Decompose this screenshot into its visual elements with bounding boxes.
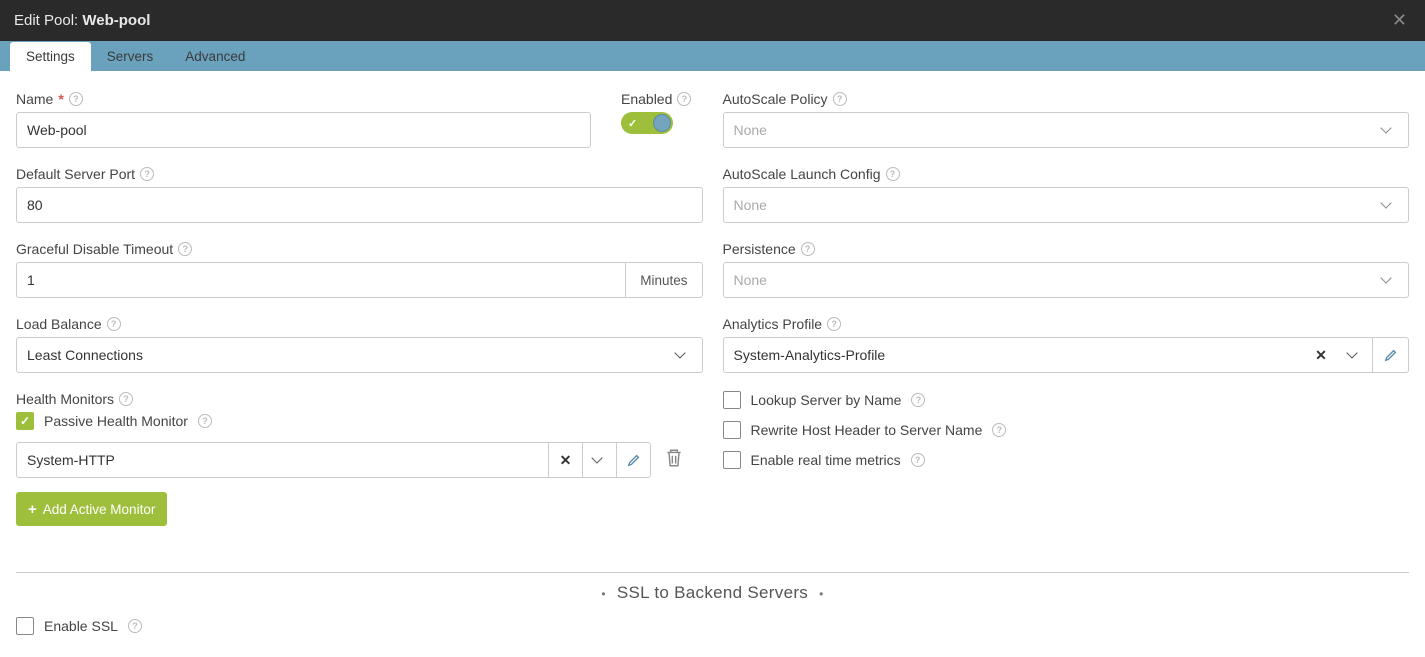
help-icon[interactable]: ? — [128, 619, 142, 633]
help-icon[interactable]: ? — [992, 423, 1006, 437]
pencil-icon — [1384, 348, 1398, 362]
tab-settings-label: Settings — [26, 49, 75, 64]
enabled-label: Enabled — [621, 91, 672, 107]
toggle-knob — [653, 114, 671, 132]
passive-monitor-label: Passive Health Monitor — [44, 413, 188, 429]
left-column: Name * ? Enabled ? ✓ — [16, 91, 703, 544]
chevron-down-icon — [1380, 274, 1392, 286]
health-monitor-edit[interactable] — [616, 443, 650, 477]
autoscale-policy-label: AutoScale Policy — [723, 91, 828, 107]
x-icon: ✕ — [560, 452, 572, 469]
analytics-profile-combo[interactable]: System-Analytics-Profile ✕ — [723, 337, 1374, 373]
health-monitor-combo[interactable]: System-HTTP ✕ — [16, 442, 651, 478]
chevron-down-icon — [1380, 124, 1392, 136]
help-icon[interactable]: ? — [140, 167, 154, 181]
dialog-titlebar: Edit Pool: Web-pool ✕ — [0, 0, 1425, 41]
help-icon[interactable]: ? — [119, 392, 133, 406]
tab-servers-label: Servers — [107, 49, 154, 64]
help-icon[interactable]: ? — [833, 92, 847, 106]
graceful-timeout-label: Graceful Disable Timeout — [16, 241, 173, 257]
add-active-monitor-button[interactable]: + Add Active Monitor — [16, 492, 167, 526]
help-icon[interactable]: ? — [198, 414, 212, 428]
lookup-server-checkbox[interactable] — [723, 391, 741, 409]
dot-icon: • — [595, 587, 612, 601]
title-pool-name: Web-pool — [82, 12, 150, 29]
help-icon[interactable]: ? — [911, 393, 925, 407]
graceful-unit-label: Minutes — [625, 262, 702, 298]
tab-advanced[interactable]: Advanced — [169, 42, 261, 71]
health-monitor-dropdown[interactable] — [582, 443, 616, 477]
health-monitor-delete[interactable] — [665, 448, 683, 473]
chevron-down-icon — [1346, 349, 1358, 361]
rewrite-host-label: Rewrite Host Header to Server Name — [751, 422, 983, 438]
load-balance-label: Load Balance — [16, 316, 102, 332]
rewrite-host-checkbox[interactable] — [723, 421, 741, 439]
required-asterisk: * — [58, 91, 63, 107]
tab-settings[interactable]: Settings — [10, 42, 91, 71]
health-monitor-value: System-HTTP — [17, 443, 548, 477]
analytics-profile-dropdown[interactable] — [1338, 338, 1372, 372]
help-icon[interactable]: ? — [107, 317, 121, 331]
dot-icon: • — [813, 587, 830, 601]
help-icon[interactable]: ? — [827, 317, 841, 331]
tab-servers[interactable]: Servers — [91, 42, 170, 71]
analytics-profile-label: Analytics Profile — [723, 316, 823, 332]
autoscale-launch-placeholder: None — [734, 197, 767, 213]
autoscale-policy-placeholder: None — [734, 122, 767, 138]
pencil-icon — [627, 453, 641, 467]
help-icon[interactable]: ? — [911, 453, 925, 467]
name-label: Name — [16, 91, 53, 107]
help-icon[interactable]: ? — [886, 167, 900, 181]
tab-advanced-label: Advanced — [185, 49, 245, 64]
default-port-input[interactable] — [16, 187, 703, 223]
health-monitors-label: Health Monitors — [16, 391, 114, 407]
default-port-label: Default Server Port — [16, 166, 135, 182]
enabled-toggle[interactable]: ✓ — [621, 112, 673, 134]
autoscale-launch-label: AutoScale Launch Config — [723, 166, 881, 182]
autoscale-policy-select[interactable]: None — [723, 112, 1410, 148]
realtime-metrics-checkbox[interactable] — [723, 451, 741, 469]
analytics-profile-edit[interactable] — [1373, 337, 1409, 373]
x-icon: ✕ — [1315, 347, 1327, 364]
graceful-timeout-input[interactable] — [16, 262, 625, 298]
chevron-down-icon — [591, 454, 603, 466]
load-balance-select[interactable]: Least Connections — [16, 337, 703, 373]
add-monitor-label: Add Active Monitor — [43, 502, 156, 517]
passive-monitor-checkbox[interactable] — [16, 412, 34, 430]
chevron-down-icon — [1380, 199, 1392, 211]
realtime-metrics-label: Enable real time metrics — [751, 452, 901, 468]
title-prefix: Edit Pool: — [14, 12, 82, 29]
section-divider — [16, 572, 1409, 573]
enable-ssl-checkbox[interactable] — [16, 617, 34, 635]
help-icon[interactable]: ? — [801, 242, 815, 256]
autoscale-launch-select[interactable]: None — [723, 187, 1410, 223]
enable-ssl-label: Enable SSL — [44, 618, 118, 634]
right-column: AutoScale Policy ? None AutoScale Launch… — [723, 91, 1410, 544]
persistence-placeholder: None — [734, 272, 767, 288]
lookup-server-label: Lookup Server by Name — [751, 392, 902, 408]
content-area: Name * ? Enabled ? ✓ — [0, 71, 1425, 657]
help-icon[interactable]: ? — [69, 92, 83, 106]
health-monitor-clear[interactable]: ✕ — [548, 443, 582, 477]
analytics-profile-clear[interactable]: ✕ — [1304, 338, 1338, 372]
help-icon[interactable]: ? — [677, 92, 691, 106]
dialog-title: Edit Pool: Web-pool — [14, 12, 150, 29]
help-icon[interactable]: ? — [178, 242, 192, 256]
check-icon: ✓ — [628, 117, 637, 130]
ssl-section-label: SSL to Backend Servers — [617, 583, 808, 602]
ssl-section-title: • SSL to Backend Servers • — [16, 573, 1409, 617]
load-balance-value: Least Connections — [27, 347, 143, 363]
plus-icon: + — [28, 501, 37, 518]
persistence-label: Persistence — [723, 241, 796, 257]
name-input[interactable] — [16, 112, 591, 148]
chevron-down-icon — [674, 349, 686, 361]
close-icon[interactable]: ✕ — [1388, 6, 1411, 35]
analytics-profile-value: System-Analytics-Profile — [724, 338, 1305, 372]
tab-strip: Settings Servers Advanced — [0, 41, 1425, 71]
persistence-select[interactable]: None — [723, 262, 1410, 298]
